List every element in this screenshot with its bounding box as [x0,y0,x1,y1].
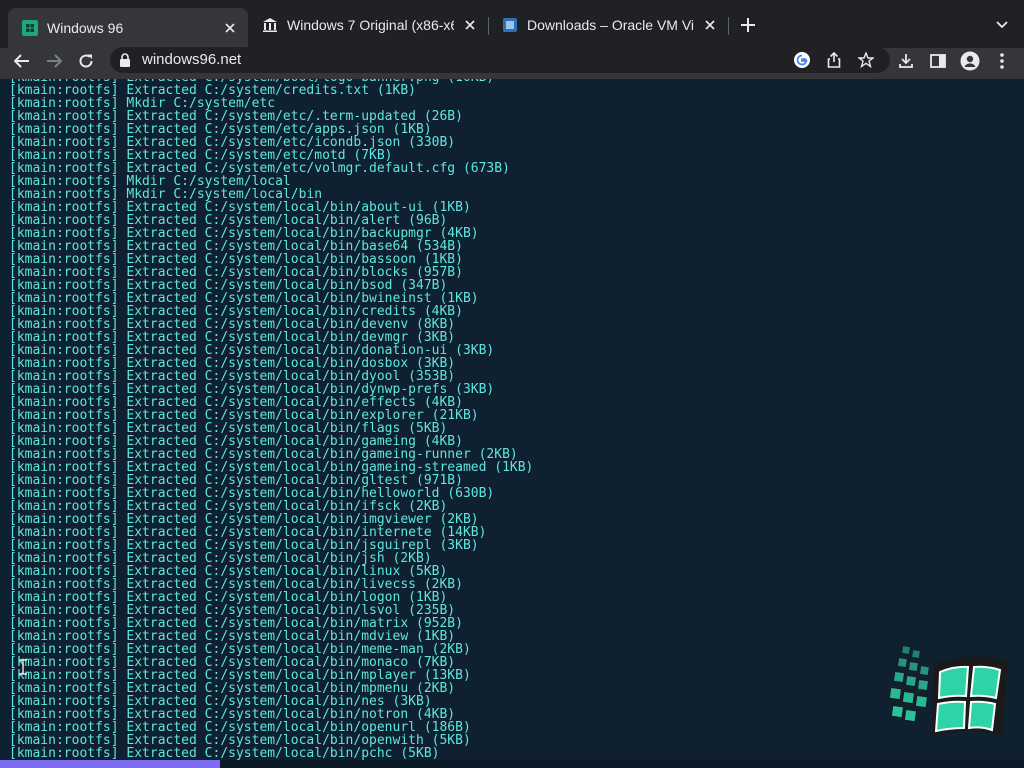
share-button[interactable] [820,47,848,73]
tab-title: Windows 96 [47,20,124,36]
tab-title: Downloads – Oracle VM VirtualBox [527,16,694,33]
tab-separator [728,17,729,35]
reload-icon [79,54,93,68]
page-content[interactable]: [kmain:rootfs] Extracted C:/system/boot/… [0,79,1024,760]
google-lens-button[interactable] [788,47,816,73]
google-icon [794,52,810,68]
close-tab-icon[interactable] [222,20,238,36]
downloads-button[interactable] [892,48,920,74]
lock-icon[interactable] [118,52,132,68]
virtualbox-favicon-icon [503,17,517,32]
reload-button[interactable] [72,48,100,74]
download-icon [899,54,913,68]
browser-toolbar: windows96.net [0,47,1024,79]
close-tab-icon[interactable] [702,17,718,33]
forward-button[interactable] [40,48,68,74]
profile-avatar-icon [960,51,980,71]
chevron-down-icon [996,21,1008,29]
side-panel-icon [930,54,946,68]
loading-progress-bar [0,760,1024,768]
text-cursor-icon [19,659,27,675]
archive-building-icon [263,17,277,32]
star-icon [858,52,874,68]
profile-button[interactable] [956,48,984,74]
windows96-logo [888,644,1008,736]
side-panel-button[interactable] [924,48,952,74]
url-text: windows96.net [142,51,242,68]
arrow-right-icon [47,54,62,68]
arrow-left-icon [14,54,29,68]
back-button[interactable] [8,48,36,74]
new-tab-button[interactable] [736,13,760,37]
tab-search-button[interactable] [990,13,1014,37]
tab-title: Windows 7 Original (x86-x64) [287,16,454,33]
kebab-menu-icon [1000,53,1004,69]
bookmark-button[interactable] [852,47,880,73]
boot-log: [kmain:rootfs] Extracted C:/system/boot/… [9,79,533,760]
chrome-menu-button[interactable] [988,48,1016,74]
progress-fill [0,760,221,768]
tab-windows-96[interactable]: Windows 96 [8,8,248,48]
tab-virtualbox-downloads[interactable]: Downloads – Oracle VM VirtualBox [488,8,728,41]
log-line: [kmain:rootfs] Extracted C:/system/local… [9,746,440,760]
address-bar[interactable]: windows96.net [110,47,890,73]
share-icon [827,52,841,68]
tab-strip: Windows 96 Windows 7 Original (x86-x64) … [0,0,1024,48]
tab-windows-7-original[interactable]: Windows 7 Original (x86-x64) [248,8,488,41]
windows96-favicon-icon [22,20,38,36]
close-tab-icon[interactable] [462,17,478,33]
plus-icon [741,18,755,32]
